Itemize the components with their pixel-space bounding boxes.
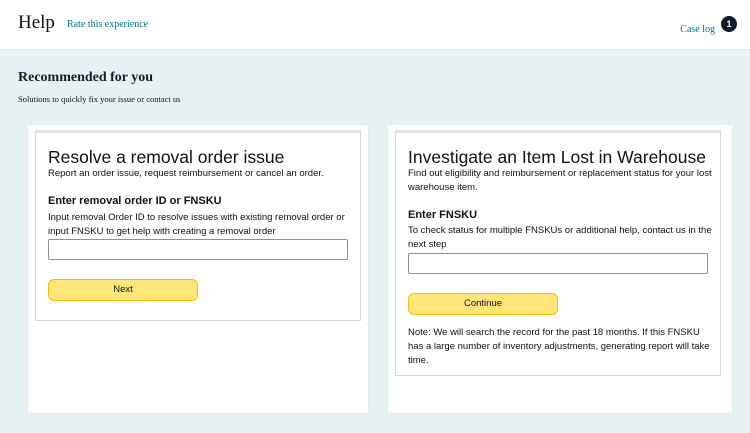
continue-button[interactable]: Continue: [408, 293, 558, 315]
search-note: Note: We will search the record for the …: [408, 327, 710, 366]
lost-card-description: Find out eligibility and reimbursement o…: [408, 168, 712, 193]
case-log-link[interactable]: Case log: [680, 24, 715, 35]
lost-field-label: Enter FNSKU: [408, 209, 478, 221]
lost-field-help: To check status for multiple FNSKUs or a…: [408, 225, 712, 250]
removal-card-description: Report an order issue, request reimburse…: [48, 168, 324, 179]
top-bar: Help Rate this experience Case log 1: [0, 0, 750, 50]
lost-card-title: Investigate an Item Lost in Warehouse: [408, 147, 706, 167]
removal-field-label: Enter removal order ID or FNSKU: [48, 195, 222, 207]
case-count-badge: 1: [721, 16, 737, 32]
fnsku-input[interactable]: [408, 253, 708, 274]
removal-order-card: Resolve a removal order issue Report an …: [35, 130, 361, 321]
rate-experience-link[interactable]: Rate this experience: [67, 19, 148, 30]
removal-card-title: Resolve a removal order issue: [48, 147, 285, 167]
removal-field-help: Input removal Order ID to resolve issues…: [48, 212, 345, 237]
recommended-subtitle: Solutions to quickly fix your issue or c…: [18, 94, 181, 104]
next-button[interactable]: Next: [48, 279, 198, 301]
removal-order-input[interactable]: [48, 239, 348, 260]
recommended-heading: Recommended for you: [18, 70, 154, 85]
lost-item-card: Investigate an Item Lost in Warehouse Fi…: [395, 130, 721, 376]
page-title: Help: [18, 12, 55, 33]
